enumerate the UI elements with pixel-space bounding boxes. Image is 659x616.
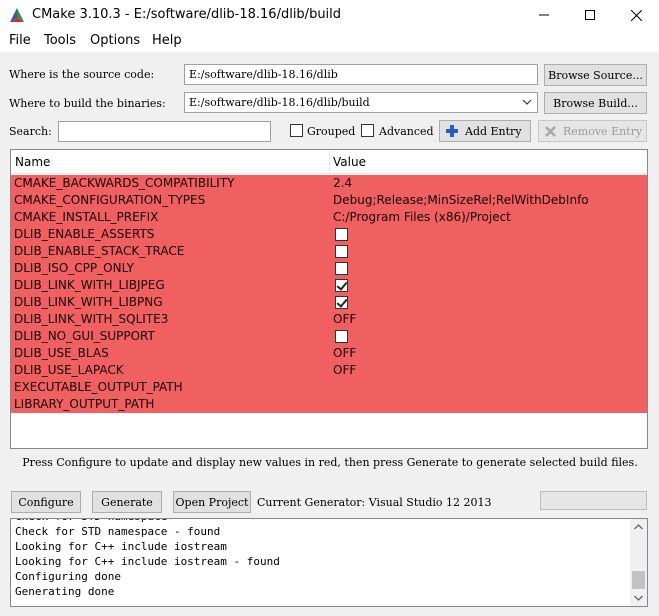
row-name: CMAKE_BACKWARDS_COMPATIBILITY bbox=[14, 176, 235, 190]
table-row[interactable]: DLIB_NO_GUI_SUPPORT bbox=[11, 328, 647, 345]
row-name: DLIB_LINK_WITH_LIBJPEG bbox=[14, 278, 165, 292]
row-value-checkbox[interactable] bbox=[335, 245, 348, 258]
log-line: Check for STD namespace - found bbox=[15, 525, 221, 538]
column-divider bbox=[329, 150, 330, 174]
table-row[interactable]: EXECUTABLE_OUTPUT_PATH bbox=[11, 379, 647, 396]
row-value: Debug;Release;MinSizeRel;RelWithDebInfo bbox=[333, 193, 589, 207]
build-path-value: E:/software/dlib-18.16/dlib/build bbox=[189, 96, 370, 109]
table-row[interactable]: DLIB_ENABLE_ASSERTS bbox=[11, 226, 647, 243]
remove-entry-label: Remove Entry bbox=[563, 124, 643, 138]
table-rows: CMAKE_BACKWARDS_COMPATIBILITY 2.4 CMAKE_CO… bbox=[11, 175, 647, 413]
row-value: OFF bbox=[333, 363, 357, 377]
menu-options[interactable]: Options bbox=[90, 33, 140, 48]
row-value-checkbox[interactable] bbox=[335, 330, 348, 343]
open-project-button[interactable]: Open Project bbox=[173, 491, 251, 513]
search-input[interactable] bbox=[58, 121, 271, 142]
remove-entry-button[interactable]: Remove Entry bbox=[538, 120, 647, 142]
row-value: OFF bbox=[333, 346, 357, 360]
maximize-icon bbox=[585, 10, 595, 20]
add-entry-button[interactable]: Add Entry bbox=[439, 120, 531, 142]
chevron-down-icon[interactable] bbox=[522, 99, 532, 106]
menu-file[interactable]: File bbox=[9, 33, 31, 48]
configure-button[interactable]: Configure bbox=[11, 491, 81, 513]
log-line: Generating done bbox=[15, 585, 115, 598]
progress-bar bbox=[540, 491, 647, 510]
grouped-label: Grouped bbox=[307, 125, 356, 138]
table-row[interactable]: DLIB_ISO_CPP_ONLY bbox=[11, 260, 647, 277]
log-line: Looking for C++ include iostream bbox=[15, 540, 227, 553]
table-row[interactable]: DLIB_LINK_WITH_LIBPNG bbox=[11, 294, 647, 311]
row-name: DLIB_USE_BLAS bbox=[14, 346, 109, 360]
column-header-value[interactable]: Value bbox=[333, 155, 366, 169]
scroll-up-icon[interactable] bbox=[634, 524, 643, 530]
row-value: OFF bbox=[333, 312, 357, 326]
column-header-name[interactable]: Name bbox=[15, 155, 50, 169]
generate-button[interactable]: Generate bbox=[92, 491, 162, 513]
row-name: DLIB_NO_GUI_SUPPORT bbox=[14, 329, 155, 343]
output-log[interactable]: Check for STD namespace Check for STD nam… bbox=[10, 518, 648, 607]
row-name: DLIB_ENABLE_ASSERTS bbox=[14, 227, 155, 241]
row-name: CMAKE_CONFIGURATION_TYPES bbox=[14, 193, 206, 207]
row-name: DLIB_USE_LAPACK bbox=[14, 363, 124, 377]
build-label: Where to build the binaries: bbox=[9, 97, 166, 110]
current-generator: Current Generator: Visual Studio 12 2013 bbox=[257, 496, 492, 509]
minimize-icon bbox=[539, 14, 549, 16]
log-line: Configuring done bbox=[15, 570, 121, 583]
table-row[interactable]: DLIB_USE_LAPACK OFF bbox=[11, 362, 647, 379]
row-value-checkbox[interactable] bbox=[335, 262, 348, 275]
plus-icon bbox=[446, 125, 458, 137]
table-row[interactable]: DLIB_LINK_WITH_LIBJPEG bbox=[11, 277, 647, 294]
table-row[interactable]: CMAKE_BACKWARDS_COMPATIBILITY 2.4 bbox=[11, 175, 647, 192]
row-name: DLIB_ISO_CPP_ONLY bbox=[14, 261, 134, 275]
table-row[interactable]: DLIB_LINK_WITH_SQLITE3 OFF bbox=[11, 311, 647, 328]
source-label: Where is the source code: bbox=[9, 68, 155, 81]
row-value-checkbox[interactable] bbox=[335, 296, 348, 309]
configure-hint: Press Configure to update and display ne… bbox=[22, 456, 638, 469]
scroll-thumb[interactable] bbox=[632, 571, 645, 589]
minimize-button[interactable] bbox=[521, 0, 567, 30]
source-path-input[interactable]: E:/software/dlib-18.16/dlib bbox=[184, 64, 538, 85]
row-name: EXECUTABLE_OUTPUT_PATH bbox=[14, 380, 183, 394]
close-icon bbox=[630, 9, 642, 21]
log-line: Check for STD namespace bbox=[15, 519, 167, 523]
table-row[interactable]: CMAKE_INSTALL_PREFIX C:/Program Files (x8… bbox=[11, 209, 647, 226]
add-entry-label: Add Entry bbox=[465, 124, 522, 138]
close-button[interactable] bbox=[613, 0, 659, 30]
browse-build-button[interactable]: Browse Build... bbox=[544, 92, 647, 114]
row-name: CMAKE_INSTALL_PREFIX bbox=[14, 210, 159, 224]
remove-x-icon bbox=[545, 125, 556, 137]
table-row[interactable]: CMAKE_CONFIGURATION_TYPES Debug;Release;M… bbox=[11, 192, 647, 209]
window-title: CMake 3.10.3 - E:/software/dlib-18.16/dl… bbox=[32, 7, 342, 22]
browse-source-button[interactable]: Browse Source... bbox=[544, 64, 647, 86]
advanced-checkbox[interactable] bbox=[361, 124, 374, 137]
row-value: C:/Program Files (x86)/Project bbox=[333, 210, 511, 224]
row-value: 2.4 bbox=[333, 176, 353, 190]
row-value-checkbox[interactable] bbox=[335, 279, 348, 292]
log-scrollbar[interactable] bbox=[630, 519, 647, 606]
maximize-button[interactable] bbox=[567, 0, 613, 30]
cmake-logo-icon bbox=[10, 8, 24, 22]
advanced-label: Advanced bbox=[379, 125, 434, 138]
menu-tools[interactable]: Tools bbox=[44, 33, 76, 48]
table-row[interactable]: LIBRARY_OUTPUT_PATH bbox=[11, 396, 647, 413]
search-label: Search: bbox=[9, 125, 52, 138]
row-name: LIBRARY_OUTPUT_PATH bbox=[14, 397, 155, 411]
row-name: DLIB_ENABLE_STACK_TRACE bbox=[14, 244, 185, 258]
grouped-checkbox[interactable] bbox=[290, 124, 303, 137]
row-value-checkbox[interactable] bbox=[335, 228, 348, 241]
row-name: DLIB_LINK_WITH_SQLITE3 bbox=[14, 312, 169, 326]
row-name: DLIB_LINK_WITH_LIBPNG bbox=[14, 295, 163, 309]
scroll-down-icon[interactable] bbox=[634, 595, 643, 601]
table-row[interactable]: DLIB_ENABLE_STACK_TRACE bbox=[11, 243, 647, 260]
build-path-combo[interactable]: E:/software/dlib-18.16/dlib/build bbox=[184, 92, 538, 113]
log-line: Looking for C++ include iostream - found bbox=[15, 555, 280, 568]
menu-help[interactable]: Help bbox=[152, 33, 182, 48]
table-row[interactable]: DLIB_USE_BLAS OFF bbox=[11, 345, 647, 362]
